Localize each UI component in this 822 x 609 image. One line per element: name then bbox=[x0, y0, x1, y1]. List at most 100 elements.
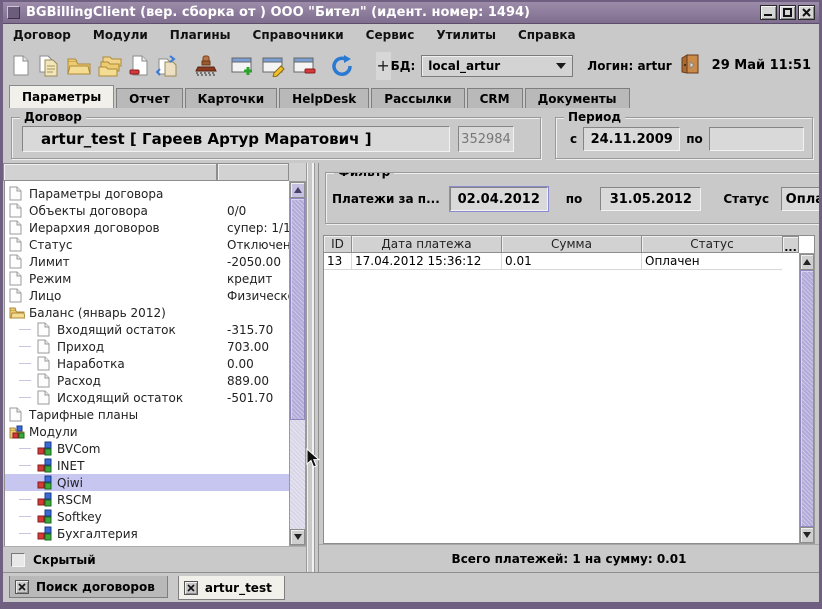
tree-header bbox=[3, 163, 306, 181]
bottom-tab-artur-test[interactable]: artur_test bbox=[178, 576, 285, 600]
tree-item-modules[interactable]: Модули bbox=[5, 423, 290, 440]
menu-utility[interactable]: Утилиты bbox=[436, 28, 496, 42]
close-button[interactable] bbox=[798, 5, 815, 20]
db-select[interactable]: local_artur bbox=[421, 55, 573, 77]
cell-status: Оплачен bbox=[642, 253, 782, 269]
tree-item-module[interactable]: INET bbox=[5, 457, 290, 474]
window-add-icon[interactable] bbox=[231, 54, 255, 78]
bottom-tab-label: Поиск договоров bbox=[36, 580, 155, 594]
tab-crm[interactable]: CRM bbox=[467, 88, 523, 108]
period-from-label: с bbox=[570, 132, 577, 146]
db-label: БД: bbox=[391, 59, 416, 73]
table-row[interactable]: 13 17.04.2012 15:36:12 0.01 Оплачен bbox=[324, 253, 782, 270]
tree-item[interactable]: Наработка0.00 bbox=[5, 355, 290, 372]
tab-kartochki[interactable]: Карточки bbox=[185, 88, 278, 108]
tree-connector bbox=[19, 482, 31, 483]
tree-item[interactable]: Входящий остаток-315.70 bbox=[5, 321, 290, 338]
payments-summary: Всего платежей: 1 на сумму: 0.01 bbox=[319, 544, 819, 572]
document-icon bbox=[9, 203, 26, 218]
folder-stack-icon[interactable] bbox=[98, 54, 122, 78]
tab-otchet[interactable]: Отчет bbox=[116, 88, 183, 108]
tree-item-module[interactable]: BVCom bbox=[5, 440, 290, 457]
tree-item[interactable]: Приход703.00 bbox=[5, 338, 290, 355]
menu-servis[interactable]: Сервис bbox=[366, 28, 415, 42]
hidden-checkbox-label: Скрытый bbox=[33, 553, 96, 567]
filter-date-to-field[interactable]: 31.05.2012 bbox=[600, 187, 701, 211]
add-tab-button[interactable]: + bbox=[376, 52, 391, 80]
tree-item-module[interactable]: Бухгалтерия bbox=[5, 525, 290, 542]
column-header-sum[interactable]: Сумма bbox=[502, 236, 642, 253]
maximize-button[interactable] bbox=[779, 5, 796, 20]
scroll-up-icon[interactable] bbox=[800, 254, 814, 270]
scrollbar-track[interactable] bbox=[290, 420, 305, 529]
panel-splitter[interactable] bbox=[307, 163, 319, 572]
scroll-down-icon[interactable] bbox=[290, 529, 305, 545]
remove-document-icon[interactable] bbox=[129, 54, 149, 78]
minimize-button[interactable] bbox=[760, 5, 777, 20]
contract-title-field[interactable]: artur_test [ Гареев Артур Маратович ] bbox=[22, 126, 450, 152]
tree-item-module[interactable]: RSCM bbox=[5, 491, 290, 508]
tree-item[interactable]: Параметры договора bbox=[5, 185, 290, 202]
column-header-status[interactable]: Статус bbox=[642, 236, 782, 253]
tree-item[interactable]: Режимкредит bbox=[5, 270, 290, 287]
paste-document-icon[interactable] bbox=[156, 54, 180, 78]
tree-item[interactable]: Тарифные планы bbox=[5, 406, 290, 423]
tree-header-value-column[interactable] bbox=[217, 163, 289, 181]
period-to-label: по bbox=[686, 132, 703, 146]
tab-rassylki[interactable]: Рассылки bbox=[371, 88, 464, 108]
tree-item[interactable]: СтатусОтключен bbox=[5, 236, 290, 253]
tree-vertical-scrollbar[interactable] bbox=[289, 181, 306, 546]
tree-header-name-column[interactable] bbox=[3, 163, 217, 181]
filter-to-label: по bbox=[566, 192, 583, 206]
tab-helpdesk[interactable]: HelpDesk bbox=[279, 88, 369, 108]
menu-plaginy[interactable]: Плагины bbox=[170, 28, 231, 42]
menu-spravka[interactable]: Справка bbox=[518, 28, 576, 42]
table-more-button[interactable]: ... bbox=[782, 236, 799, 253]
scrollbar-thumb[interactable] bbox=[800, 270, 814, 527]
tab-dokumenty[interactable]: Документы bbox=[525, 88, 630, 108]
filter-date-from-field[interactable]: 02.04.2012 bbox=[450, 187, 548, 211]
period-group-title: Период bbox=[564, 110, 625, 124]
tree-item-balance[interactable]: Баланс (январь 2012) bbox=[5, 304, 290, 321]
document-icon bbox=[37, 390, 54, 405]
close-icon[interactable] bbox=[184, 581, 198, 595]
document-icon bbox=[9, 254, 26, 269]
tree-item[interactable]: Лимит-2050.00 bbox=[5, 253, 290, 270]
tree-item-module[interactable]: Softkey bbox=[5, 508, 290, 525]
scrollbar-thumb[interactable] bbox=[290, 198, 305, 420]
period-from-field[interactable]: 24.11.2009 bbox=[583, 127, 680, 151]
copy-document-icon[interactable] bbox=[38, 54, 60, 78]
tree-connector bbox=[19, 363, 31, 364]
tree-item[interactable]: Исходящий остаток-501.70 bbox=[5, 389, 290, 406]
column-header-id[interactable]: ID bbox=[324, 236, 352, 253]
period-to-field[interactable] bbox=[709, 127, 804, 151]
new-document-icon[interactable] bbox=[11, 54, 31, 78]
tree-item[interactable]: Объекты договора0/0 bbox=[5, 202, 290, 219]
tree-item[interactable]: Иерархия договоровсупер: 1/1 bbox=[5, 219, 290, 236]
tree-connector bbox=[19, 380, 31, 381]
menu-dogovor[interactable]: Договор bbox=[13, 28, 71, 42]
tree-item[interactable]: Расход889.00 bbox=[5, 372, 290, 389]
column-header-date[interactable]: Дата платежа bbox=[352, 236, 502, 253]
tree-item[interactable]: ЛицоФизическое bbox=[5, 287, 290, 304]
open-folder-icon[interactable] bbox=[67, 54, 91, 78]
db-selected-value: local_artur bbox=[428, 59, 556, 73]
document-icon bbox=[37, 322, 54, 337]
tree-item-module-selected[interactable]: Qiwi bbox=[5, 474, 290, 491]
tab-parametry[interactable]: Параметры bbox=[9, 85, 114, 108]
close-icon[interactable] bbox=[15, 580, 29, 594]
window-remove-icon[interactable] bbox=[293, 54, 317, 78]
open-contracts-tabbar: Поиск договоров artur_test bbox=[3, 572, 819, 602]
bottom-tab-search[interactable]: Поиск договоров bbox=[9, 576, 168, 598]
table-vertical-scrollbar[interactable] bbox=[799, 253, 815, 544]
hidden-checkbox[interactable] bbox=[11, 553, 25, 567]
filter-status-field[interactable]: Оплаченны bbox=[781, 187, 819, 211]
menu-moduli[interactable]: Модули bbox=[93, 28, 148, 42]
scroll-up-icon[interactable] bbox=[290, 182, 305, 198]
window-edit-icon[interactable] bbox=[262, 54, 286, 78]
stamp-icon[interactable] bbox=[194, 54, 218, 78]
menu-spravochniki[interactable]: Справочники bbox=[253, 28, 344, 42]
refresh-icon[interactable] bbox=[331, 54, 355, 78]
logout-door-icon[interactable] bbox=[680, 54, 700, 78]
scroll-down-icon[interactable] bbox=[800, 527, 814, 543]
